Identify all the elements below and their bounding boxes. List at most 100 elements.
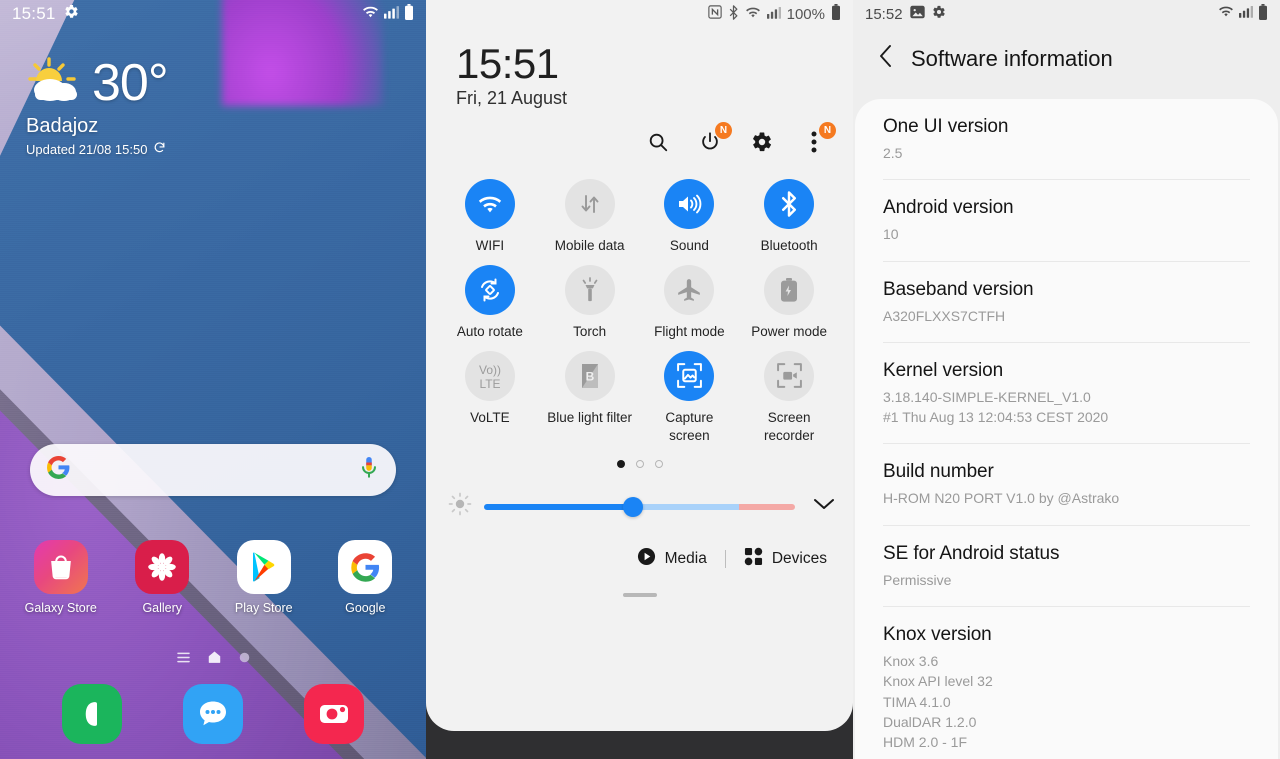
- app-icon-google[interactable]: Google: [315, 540, 417, 615]
- refresh-icon[interactable]: [153, 141, 166, 157]
- qs-tile-label: Bluetooth: [760, 238, 818, 254]
- google-search-bar[interactable]: [30, 444, 396, 496]
- status-clock: 15:51: [12, 4, 56, 23]
- image-icon: [909, 5, 925, 23]
- gear-icon[interactable]: [749, 129, 775, 155]
- qs-tile-label: Capture screen: [665, 409, 714, 443]
- dock: [0, 684, 426, 744]
- sun-behind-cloud-icon: [26, 56, 88, 111]
- qs-tile-label: Screen recorder: [763, 409, 815, 443]
- qs-clock-block: 15:51 Fri, 21 August: [426, 28, 853, 109]
- home-icon[interactable]: [208, 650, 221, 668]
- list-item-key: Android version: [883, 197, 1014, 219]
- microphone-icon[interactable]: [358, 456, 380, 485]
- list-item[interactable]: Kernel version 3.18.140-SIMPLE-KERNEL_V1…: [883, 343, 1250, 445]
- page-indicator: [0, 650, 426, 668]
- qs-tile-label: VoLTE: [470, 409, 510, 425]
- page-dot-icon[interactable]: [239, 650, 250, 668]
- list-item-value: Knox 3.6 Knox API level 32 TIMA 4.1.0 Du…: [883, 653, 993, 751]
- wifi-icon: [362, 5, 379, 24]
- qs-tile-bluetooth[interactable]: Bluetooth: [739, 179, 839, 261]
- page-title: Software information: [911, 45, 1113, 71]
- list-item[interactable]: Baseband version A320FLXXS7CTFH: [883, 262, 1250, 343]
- qs-tile-blue-light-filter[interactable]: B Blue light filter: [540, 350, 640, 451]
- devices-label: Devices: [771, 550, 827, 568]
- qs-tile-flight-mode[interactable]: Flight mode: [640, 264, 740, 347]
- camera-icon[interactable]: [303, 684, 364, 744]
- search-icon[interactable]: [645, 129, 671, 155]
- list-item[interactable]: Knox version Knox 3.6 Knox API level 32 …: [883, 607, 1250, 759]
- wifi-icon: [464, 179, 515, 230]
- qs-tile-label: Flight mode: [654, 323, 725, 339]
- power-mode-icon: [764, 264, 815, 315]
- qs-tile-torch[interactable]: Torch: [540, 264, 640, 347]
- qs-tile-mobile-data[interactable]: Mobile data: [540, 179, 640, 261]
- qs-tile-wifi[interactable]: WIFI: [440, 179, 540, 261]
- app-icon-galaxy-store[interactable]: Galaxy Store: [10, 540, 112, 615]
- brightness-slider[interactable]: [484, 496, 795, 517]
- wifi-icon: [745, 6, 761, 23]
- list-item-value: H-ROM N20 PORT V1.0 by @Astrako: [883, 490, 1120, 507]
- list-item-value: A320FLXXS7CTFH: [883, 307, 1006, 324]
- page-dot[interactable]: [635, 460, 644, 469]
- home-screen-panel: 15:51 30° Badajoz Updated 21/08 15:50 Ga…: [0, 0, 426, 759]
- software-information-panel: 15:52 Software information One UI versio…: [853, 0, 1280, 759]
- list-item-key: SE for Android status: [883, 542, 1060, 564]
- media-button[interactable]: Media: [637, 547, 707, 571]
- qs-tile-screen-recorder[interactable]: Screen recorder: [739, 350, 839, 451]
- qs-tile-sound[interactable]: Sound: [640, 179, 740, 261]
- apps-list-icon[interactable]: [176, 650, 190, 668]
- screen-recorder-icon: [764, 350, 815, 401]
- signal-icon: [384, 5, 399, 24]
- qs-tile-power-mode[interactable]: Power mode: [739, 264, 839, 347]
- qs-page-indicator: [426, 460, 853, 469]
- svg-text:LTE: LTE: [479, 377, 500, 391]
- list-item-value: 3.18.140-SIMPLE-KERNEL_V1.0 #1 Thu Aug 1…: [883, 388, 1109, 426]
- slider-handle[interactable]: [623, 496, 644, 517]
- qs-time: 15:51: [456, 40, 559, 87]
- messages-icon[interactable]: [182, 684, 243, 744]
- devices-grid-icon: [744, 547, 763, 571]
- battery-icon: [404, 3, 414, 25]
- list-item[interactable]: One UI version 2.5: [883, 99, 1250, 181]
- quick-settings-panel: 100% 15:51 Fri, 21 August N N WIFI Mobil…: [426, 0, 853, 759]
- overflow-menu-icon[interactable]: N: [801, 122, 836, 155]
- svg-text:B: B: [585, 369, 594, 383]
- devices-button[interactable]: Devices: [744, 547, 827, 571]
- brightness-icon: [448, 492, 472, 521]
- qs-footer: Media Devices: [426, 521, 853, 571]
- gear-icon: [64, 4, 79, 24]
- qs-tile-volte[interactable]: Vo)) LTE VoLTE: [440, 350, 540, 451]
- weather-widget[interactable]: 30° Badajoz Updated 21/08 15:50: [26, 56, 169, 157]
- chevron-down-icon[interactable]: [807, 497, 835, 516]
- auto-rotate-icon: [464, 264, 515, 315]
- qs-status-bar: 100%: [426, 0, 853, 28]
- app-row: Galaxy Store Gallery Play Store Google: [0, 540, 426, 615]
- google-g-icon: [338, 540, 393, 594]
- list-item[interactable]: Build number H-ROM N20 PORT V1.0 by @Ast…: [883, 444, 1250, 526]
- si-status-bar: 15:52: [853, 0, 1280, 28]
- play-store-icon: [236, 540, 291, 594]
- power-icon[interactable]: N: [697, 122, 732, 155]
- app-label: Galaxy Store: [24, 601, 97, 615]
- page-dot-active[interactable]: [616, 460, 625, 469]
- app-icon-play-store[interactable]: Play Store: [213, 540, 315, 615]
- list-item-key: Build number: [883, 461, 994, 483]
- torch-icon: [564, 264, 615, 315]
- gallery-flower-icon: [135, 540, 190, 594]
- battery-icon: [831, 4, 841, 24]
- qs-tile-label: Auto rotate: [456, 323, 523, 339]
- qs-tile-capture-screen[interactable]: Capture screen: [640, 350, 740, 451]
- weather-updated-text: Updated 21/08 15:50: [26, 141, 148, 157]
- svg-text:Vo)): Vo)): [479, 363, 501, 377]
- qs-tile-label: WIFI: [475, 238, 505, 254]
- list-item[interactable]: Android version 10: [883, 180, 1250, 262]
- app-icon-gallery[interactable]: Gallery: [112, 540, 214, 615]
- app-label: Google: [345, 601, 386, 615]
- back-chevron-icon[interactable]: [879, 44, 893, 73]
- page-dot[interactable]: [654, 460, 663, 469]
- list-item[interactable]: SE for Android status Permissive: [883, 526, 1250, 608]
- qs-tile-auto-rotate[interactable]: Auto rotate: [440, 264, 540, 347]
- sheet-drag-handle[interactable]: [622, 593, 657, 598]
- phone-icon[interactable]: [62, 684, 123, 744]
